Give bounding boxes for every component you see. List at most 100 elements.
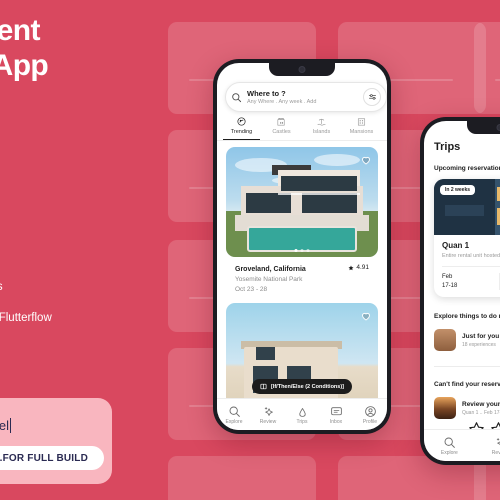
filter-sliders-icon (368, 93, 376, 100)
search-text: Where to ? Any Where . Any week . Add (247, 89, 363, 106)
list-item: ...ne widgets (0, 281, 178, 293)
tab-label: Trips (296, 418, 308, 425)
listing-dates: Oct 23 - 28 (235, 285, 268, 293)
tab-mansions[interactable]: Mansions (343, 116, 380, 140)
list-item[interactable]: Groveland, California 4.91 Yosemite Nati… (217, 141, 387, 293)
reservation-name: Quan 1 (442, 241, 470, 250)
phone-notch (269, 63, 335, 76)
tab-label: Explore (440, 449, 458, 456)
tab-castles[interactable]: Castles (263, 116, 300, 140)
review-item-subtitle: Quan 1 .. Feb 17-18, (462, 409, 500, 416)
tab-explore[interactable]: Explore (424, 436, 475, 456)
front-camera-icon (298, 66, 306, 73)
reservation-body: Quan 1 Entire rental unit hosted Feb 17-… (434, 235, 500, 297)
search-icon (229, 406, 240, 417)
tab-review[interactable]: Review (475, 436, 500, 456)
tooltip-label: [If/Then/Else (2 Conditions)] (270, 383, 345, 390)
message-icon (330, 406, 342, 415)
page-title: Trips (434, 141, 461, 153)
background-card (168, 456, 316, 500)
tab-label: Review (259, 418, 277, 425)
tab-islands[interactable]: Islands (303, 116, 340, 140)
trending-globe-icon (237, 117, 246, 126)
promo-headline-line1: ...tment (0, 14, 40, 47)
filter-button[interactable] (363, 88, 381, 106)
photo-carousel-dots[interactable] (294, 249, 310, 252)
villa-illustration (226, 147, 378, 257)
search-icon (444, 437, 455, 448)
tab-label: Islands (312, 129, 331, 135)
phone-mockup-trips: Trips Upcoming reservations In 2 weeks Q… (420, 117, 500, 465)
search-icon (232, 92, 242, 102)
listing-meta: Groveland, California 4.91 Yosemite Nati… (226, 257, 378, 293)
sparkle-star-icon (264, 406, 273, 416)
bottom-tab-bar: Explore Review (424, 429, 500, 461)
list-item: ...pack (0, 250, 178, 262)
listing-feed[interactable]: Groveland, California 4.91 Yosemite Nati… (217, 141, 387, 398)
search-bar[interactable]: Where to ? Any Where . Any week . Add (225, 82, 387, 112)
list-item: ...actices in Flutterflow (0, 311, 52, 324)
tab-review[interactable]: Review (251, 405, 285, 425)
listing-rating: 4.91 (348, 264, 369, 271)
tab-profile[interactable]: Profile (353, 405, 387, 425)
reservation-details: Feb 17-18 207 Er by Sta (442, 266, 500, 291)
listing-title: Groveland, California (235, 265, 306, 273)
reservation-dates: Feb 17-18 (442, 273, 499, 290)
condition-branch-icon (260, 383, 267, 390)
phone-notch (467, 121, 500, 134)
status-badge: In 2 weeks (440, 185, 476, 195)
tab-label: Mansions (349, 129, 374, 135)
tab-amazing-views[interactable]: Ama (383, 116, 387, 140)
cta-card: ...el ...FOR FULL BUILD (0, 398, 112, 484)
mansion-building-icon (357, 118, 366, 126)
listing-photo[interactable] (226, 147, 378, 257)
cant-find-reservation-heading: Can't find your reservation (434, 381, 500, 388)
tab-explore[interactable]: Explore (217, 405, 251, 425)
explore-item-title: Just for you (462, 332, 500, 340)
promo-headline-line2: ...al App (0, 48, 49, 82)
bottom-tab-bar: Explore Review Trips Inbox Profile (217, 398, 387, 430)
background-card-line (494, 79, 500, 82)
background-card (474, 22, 500, 114)
tab-trending[interactable]: Trending (223, 116, 260, 140)
profile-circle-icon (364, 405, 376, 417)
upcoming-reservations-heading: Upcoming reservations (434, 165, 500, 172)
search-subtitle: Any Where . Any week . Add (247, 99, 317, 106)
front-camera-icon (496, 124, 500, 131)
list-item: ...nts (0, 219, 178, 231)
experience-thumbnail (434, 329, 456, 351)
divider (434, 366, 500, 367)
castle-icon (277, 117, 285, 126)
reservation-card[interactable]: In 2 weeks Quan 1 Entire rental unit hos… (434, 179, 500, 298)
heart-outline-icon[interactable] (360, 153, 372, 171)
listing-subtitle: Yosemite National Park (235, 275, 303, 283)
reservation-date-month: Feb (442, 274, 453, 280)
promo-lede: ...et this: (0, 175, 178, 192)
trips-screen: Trips Upcoming reservations In 2 weeks Q… (424, 121, 500, 461)
tab-label: Castles (272, 129, 291, 135)
promo-copy: ...tment ...al App ...rbnb) ...et this: … (0, 14, 178, 343)
promo-bullet-list: ...nts ...pack ...ne widgets ...actices … (0, 219, 178, 324)
cta-text: ...el (0, 418, 11, 433)
reservation-date-days: 17-18 (442, 282, 458, 289)
explore-item-subtitle: 18 experiences (462, 341, 496, 348)
island-palm-icon (317, 118, 326, 126)
heart-outline-icon[interactable] (360, 309, 372, 327)
reservation-photo: In 2 weeks (434, 179, 500, 235)
review-list-item[interactable]: Review your stay Quan 1 .. Feb 17-18, (434, 397, 500, 419)
condition-tooltip: [If/Then/Else (2 Conditions)] (251, 379, 353, 394)
search-title: Where to ? (247, 88, 286, 98)
tab-label: Review (491, 449, 500, 456)
category-tabs: Trending Castles Islands Mansions Ama (217, 116, 387, 141)
tab-label: Explore (225, 418, 243, 425)
tab-trips[interactable]: Trips (285, 405, 319, 425)
review-item-title: Review your stay (462, 400, 500, 408)
explore-list-item[interactable]: Just for you 18 experiences (434, 329, 499, 351)
explore-things-heading: Explore things to do ne (434, 313, 500, 320)
reservation-host: Entire rental unit hosted (442, 253, 500, 259)
tab-inbox[interactable]: Inbox (319, 405, 353, 425)
tab-label: Inbox (329, 418, 343, 425)
full-build-button[interactable]: ...FOR FULL BUILD (0, 446, 104, 470)
tab-label: Profile (362, 418, 378, 425)
stay-thumbnail (434, 397, 456, 419)
